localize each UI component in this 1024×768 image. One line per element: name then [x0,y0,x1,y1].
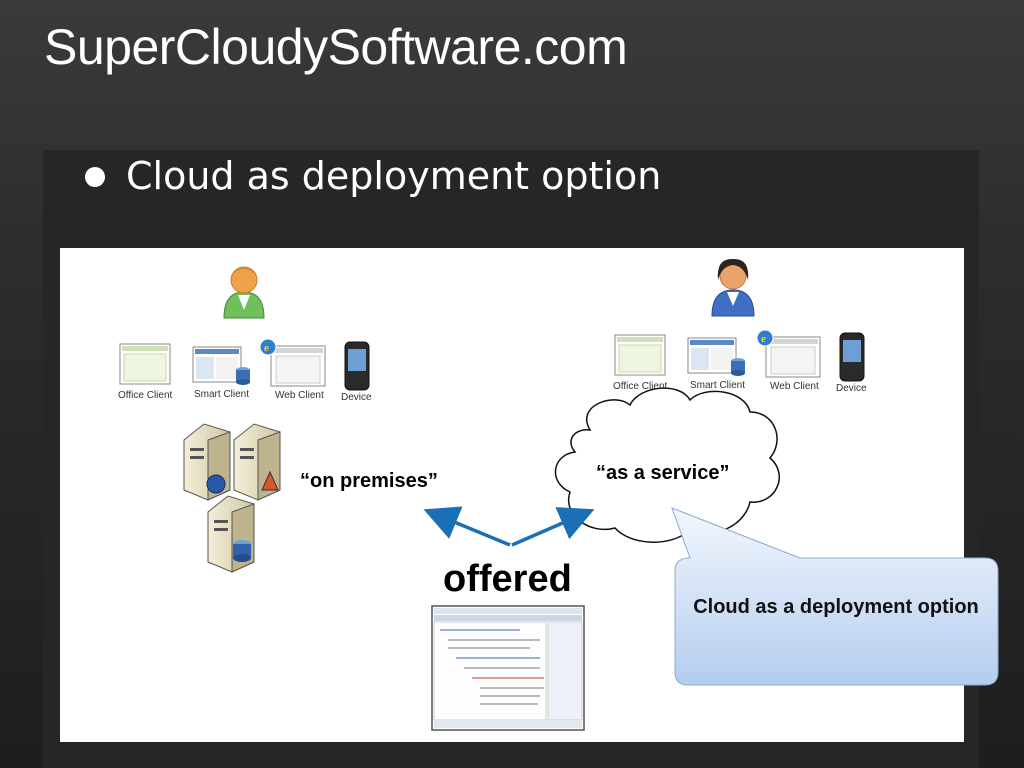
client-label-office-left: Office Client [118,390,173,401]
server-icon-database [207,495,255,573]
server-icon-web [183,423,231,501]
client-label-web-left: Web Client [275,390,324,401]
offered-label: offered [443,558,572,600]
web-client-icon-left: e [259,338,326,387]
client-label-office-right: Office Client [613,381,668,392]
client-label-device-left: Device [341,392,372,403]
user-icon-left [223,266,265,319]
arrow-to-on-premises [423,506,511,547]
arrow-to-as-a-service [511,507,595,547]
as-a-service-label: “as a service” [596,462,730,484]
smart-client-icon-left [192,346,250,385]
svg-text:e: e [264,342,269,354]
on-premises-label: “on premises” [300,470,438,492]
user-icon-right [711,258,755,317]
server-icon-app [233,423,281,501]
client-label-device-right: Device [836,383,867,394]
office-client-icon-right [614,334,666,376]
device-icon-right [839,332,865,382]
smart-client-icon-right [687,337,745,376]
device-icon-left [344,341,370,391]
callout-text: Cloud as a deployment option [693,596,979,618]
code-editor-thumbnail [431,605,585,731]
client-label-web-right: Web Client [770,381,819,392]
client-label-smart-left: Smart Client [194,389,250,400]
svg-text:e: e [761,333,766,345]
web-client-icon-right: e [756,329,821,378]
office-client-icon-left [119,343,171,385]
client-label-smart-right: Smart Client [690,380,746,391]
